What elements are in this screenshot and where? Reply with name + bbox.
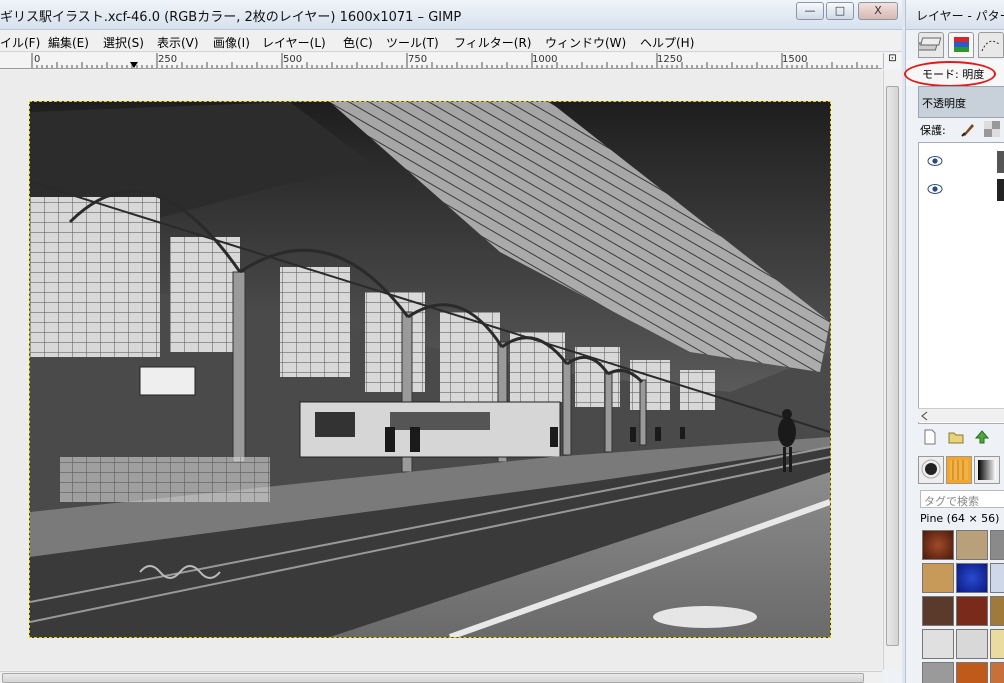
new-layer-icon[interactable] <box>922 429 938 445</box>
menu-windows[interactable]: ウィンドウ(W) <box>545 34 626 51</box>
station-photo[interactable] <box>29 101 831 638</box>
layer-row[interactable] <box>919 147 1004 175</box>
navigate-icon[interactable]: ⊡ <box>883 53 901 69</box>
menu-tools[interactable]: ツール(T) <box>386 34 439 51</box>
title-bar: ギリス駅イラスト.xcf-46.0 (RGBカラー, 2枚のレイヤー) 1600… <box>0 0 902 30</box>
tag-search-input[interactable]: タグで検索 <box>920 490 1004 508</box>
menu-image[interactable]: 画像(I) <box>213 34 250 51</box>
pattern-swatch[interactable] <box>990 596 1004 626</box>
menu-file[interactable]: イル(F) <box>0 34 40 51</box>
dock-title: レイヤー - パター <box>916 9 1004 23</box>
mode-selector[interactable]: モード: 明度 <box>904 60 1004 87</box>
paths-tab-icon[interactable] <box>978 32 1004 58</box>
layer-thumbnail[interactable] <box>997 151 1004 173</box>
pattern-swatch[interactable] <box>956 563 988 593</box>
pattern-swatch[interactable] <box>990 629 1004 659</box>
maximize-button[interactable]: □ <box>826 2 854 20</box>
pattern-swatch[interactable] <box>956 629 988 659</box>
layer-buttons <box>918 428 1004 446</box>
layer-thumbnail[interactable] <box>997 179 1004 201</box>
layers-dock: レイヤー - パター モード: 明度 不透明度 保護: タグで検索 Pine (… <box>904 0 1004 683</box>
ruler-label: 500 <box>283 54 303 65</box>
vertical-scroll-thumb[interactable] <box>886 86 899 646</box>
lock-row: 保護: <box>918 120 1004 138</box>
horizontal-scroll-thumb[interactable] <box>2 673 864 683</box>
pattern-swatch[interactable] <box>922 629 954 659</box>
pattern-swatch[interactable] <box>922 563 954 593</box>
pattern-swatch[interactable] <box>990 530 1004 560</box>
menu-help[interactable]: ヘルプ(H) <box>640 34 694 51</box>
menu-select[interactable]: 選択(S) <box>103 34 144 51</box>
pattern-grid[interactable] <box>920 528 1004 683</box>
pattern-swatch[interactable] <box>922 596 954 626</box>
image-window: ギリス駅イラスト.xcf-46.0 (RGBカラー, 2枚のレイヤー) 1600… <box>0 0 902 683</box>
menu-colors[interactable]: 色(C) <box>343 34 373 51</box>
pattern-swatch[interactable] <box>922 530 954 560</box>
dock-title-bar: レイヤー - パター <box>906 0 1004 30</box>
opacity-slider[interactable]: 不透明度 <box>918 86 1004 118</box>
ruler-label: 750 <box>408 54 428 65</box>
layers-tab-icon[interactable] <box>916 32 944 58</box>
gradients-tab-icon[interactable] <box>974 456 1000 484</box>
opacity-label: 不透明度 <box>922 97 966 110</box>
layer-list[interactable] <box>918 142 1004 424</box>
raise-layer-icon[interactable] <box>974 429 990 445</box>
pattern-swatch[interactable] <box>990 563 1004 593</box>
pattern-swatch[interactable] <box>956 530 988 560</box>
channels-tab-icon[interactable] <box>948 32 974 58</box>
minimize-button[interactable]: — <box>796 2 824 20</box>
ruler-label: 1500 <box>782 54 808 65</box>
lock-label: 保護: <box>920 124 946 137</box>
folder-icon[interactable] <box>948 429 964 445</box>
layer-list-scrollbar[interactable] <box>918 408 1004 422</box>
menu-filters[interactable]: フィルター(R) <box>454 34 531 51</box>
annotation-ellipse <box>904 61 996 87</box>
brushes-tab-icon[interactable] <box>918 456 944 484</box>
visibility-eye-icon[interactable] <box>927 183 943 195</box>
lock-pixels-icon[interactable] <box>960 121 976 137</box>
horizontal-scrollbar[interactable] <box>0 671 882 683</box>
ruler-label: 1000 <box>532 54 558 65</box>
menu-edit[interactable]: 編集(E) <box>48 34 89 51</box>
pattern-swatch[interactable] <box>956 662 988 683</box>
scroll-left-icon[interactable] <box>918 409 932 423</box>
canvas-area[interactable] <box>0 70 882 670</box>
visibility-eye-icon[interactable] <box>927 155 943 167</box>
patterns-tab-icon[interactable] <box>946 456 972 484</box>
layer-row[interactable] <box>919 175 1004 203</box>
window-title: ギリス駅イラスト.xcf-46.0 (RGBカラー, 2枚のレイヤー) 1600… <box>0 10 462 25</box>
pattern-swatch[interactable] <box>956 596 988 626</box>
close-button[interactable]: X <box>858 2 898 20</box>
resource-tabs <box>918 456 1004 486</box>
menu-bar: イル(F) 編集(E) 選択(S) 表示(V) 画像(I) レイヤー(L) 色(… <box>0 30 902 52</box>
ruler-label: 1250 <box>657 54 683 65</box>
pattern-swatch[interactable] <box>990 662 1004 683</box>
pattern-swatch[interactable] <box>922 662 954 683</box>
menu-view[interactable]: 表示(V) <box>157 34 199 51</box>
pattern-name: Pine (64 × 56) <box>920 512 1000 525</box>
horizontal-ruler[interactable]: 0 250 500 750 1000 1250 1500 <box>0 53 882 69</box>
vertical-scrollbar[interactable] <box>883 70 901 670</box>
ruler-ticks <box>31 53 878 68</box>
lock-alpha-icon[interactable] <box>984 121 1000 137</box>
menu-layer[interactable]: レイヤー(L) <box>262 34 326 51</box>
ruler-label: 250 <box>158 54 178 65</box>
ruler-label: 0 <box>34 54 41 65</box>
